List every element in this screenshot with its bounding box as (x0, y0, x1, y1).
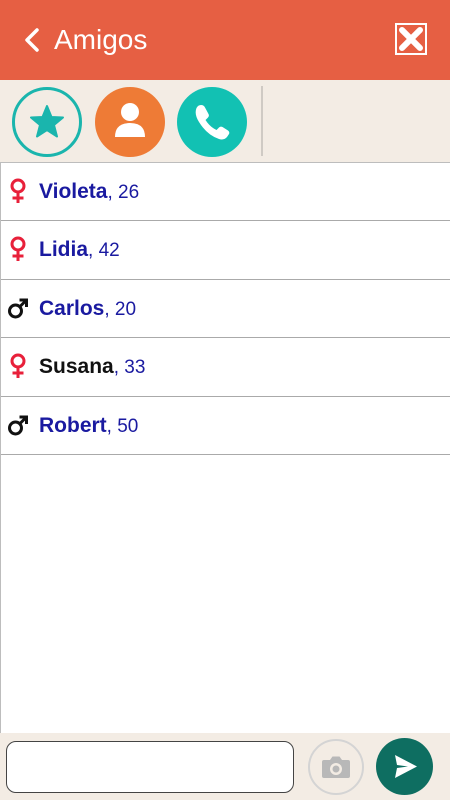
friend-row[interactable]: Carlos, 20 (1, 280, 450, 339)
friend-name: Carlos (39, 296, 105, 320)
friend-name: Robert (39, 413, 107, 437)
camera-icon (322, 756, 350, 778)
friend-age: , 20 (104, 298, 137, 320)
friend-label: Robert, 50 (39, 414, 138, 439)
favorites-button[interactable] (12, 87, 82, 157)
chevron-left-icon[interactable] (20, 26, 44, 54)
friend-label: Carlos, 20 (39, 297, 136, 322)
camera-button[interactable] (308, 739, 364, 795)
friend-label: Lidia, 42 (39, 238, 120, 263)
message-composer (0, 733, 450, 800)
page-title: Amigos (54, 24, 148, 55)
friend-name: Violeta (39, 180, 108, 203)
female-symbol-icon (7, 352, 29, 380)
close-button[interactable] (395, 23, 427, 55)
friend-label: Violeta, 26 (39, 180, 139, 205)
send-icon (395, 755, 417, 778)
friend-name: Susana (39, 355, 114, 379)
friend-row[interactable]: Robert, 50 (1, 397, 450, 455)
call-button[interactable] (177, 87, 247, 157)
friend-row[interactable]: Susana, 33 (1, 338, 450, 397)
toolbar (0, 80, 450, 162)
person-icon (115, 103, 145, 137)
friend-name: Lidia (39, 238, 89, 262)
toolbar-divider (261, 86, 263, 156)
message-input[interactable] (6, 741, 294, 793)
send-button[interactable] (376, 738, 433, 795)
female-symbol-icon (7, 177, 29, 205)
female-symbol-icon (7, 235, 29, 263)
male-symbol-icon (7, 294, 29, 322)
friend-list: Violeta, 26 Lidia, 42 Carlos, 20 Susana, 33… (0, 162, 450, 733)
phone-icon (195, 105, 230, 140)
friend-row[interactable]: Violeta, 26 (1, 163, 450, 222)
app-header: Amigos (0, 0, 450, 80)
friend-row[interactable]: Lidia, 42 (1, 221, 450, 280)
friend-age: , 42 (88, 240, 120, 262)
contacts-button[interactable] (95, 87, 165, 157)
friend-label: Susana, 33 (39, 355, 145, 380)
friend-age: , 50 (106, 415, 139, 437)
friend-age: , 26 (107, 182, 140, 203)
star-icon (30, 105, 64, 138)
friend-age: , 33 (113, 357, 146, 379)
male-symbol-icon (7, 411, 29, 439)
close-icon (399, 27, 423, 51)
